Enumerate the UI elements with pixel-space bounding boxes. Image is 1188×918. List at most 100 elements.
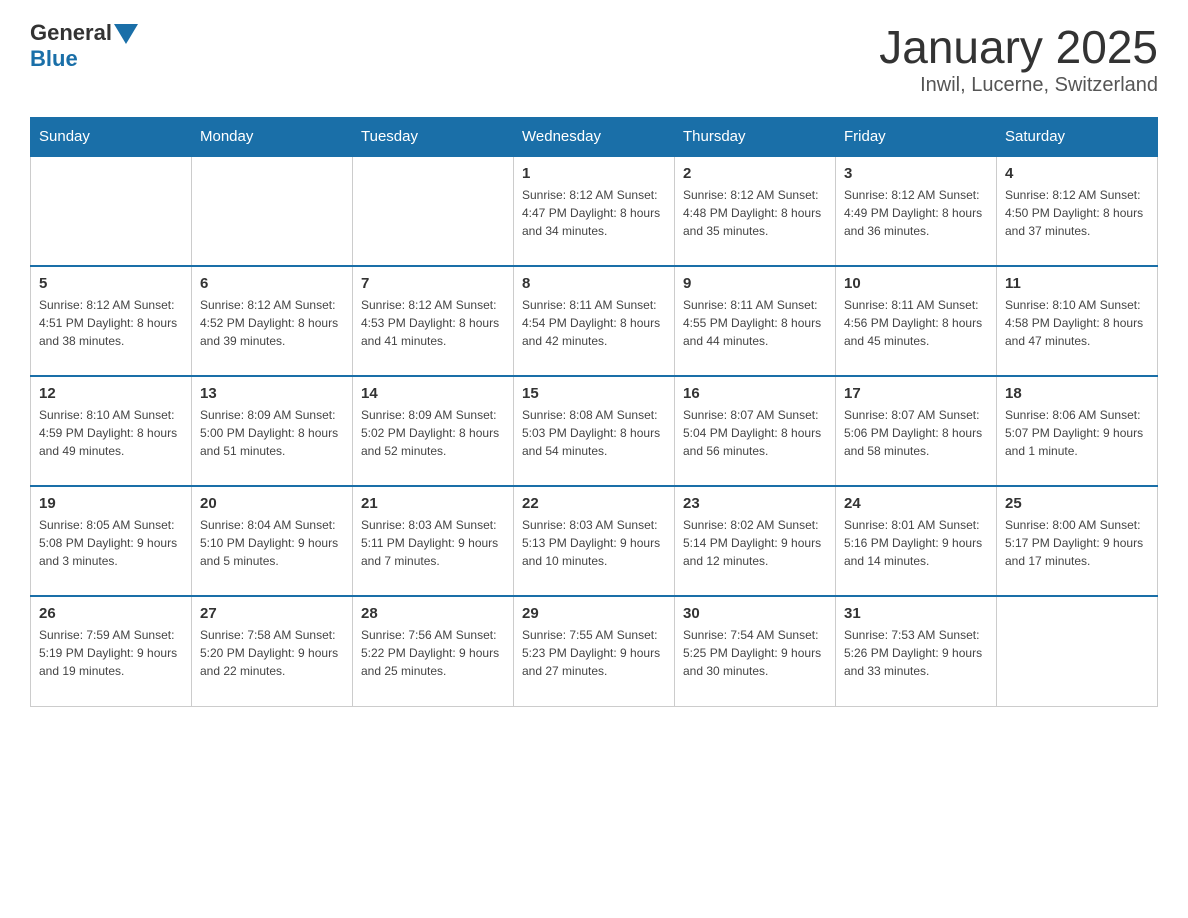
calendar-cell: 4 Sunrise: 8:12 AM Sunset: 4:50 PM Daylig…: [997, 156, 1158, 266]
day-number: 5: [39, 275, 183, 292]
day-number: 15: [522, 385, 666, 402]
weekday-header-thursday: Thursday: [675, 118, 836, 157]
calendar-cell: 18 Sunrise: 8:06 AM Sunset: 5:07 PM Dayli…: [997, 376, 1158, 486]
calendar-cell: 23 Sunrise: 8:02 AM Sunset: 5:14 PM Dayli…: [675, 486, 836, 596]
day-info: Sunrise: 8:08 AM Sunset: 5:03 PM Dayligh…: [522, 406, 666, 460]
day-number: 4: [1005, 165, 1149, 182]
page-header: General Blue January 2025 Inwil, Lucerne…: [30, 20, 1158, 97]
day-info: Sunrise: 8:05 AM Sunset: 5:08 PM Dayligh…: [39, 516, 183, 570]
day-info: Sunrise: 8:03 AM Sunset: 5:13 PM Dayligh…: [522, 516, 666, 570]
day-number: 12: [39, 385, 183, 402]
day-number: 17: [844, 385, 988, 402]
day-number: 8: [522, 275, 666, 292]
calendar-cell: 5 Sunrise: 8:12 AM Sunset: 4:51 PM Daylig…: [31, 266, 192, 376]
calendar-title: January 2025: [879, 20, 1158, 74]
day-number: 30: [683, 605, 827, 622]
calendar-cell: 19Sunrise: 8:05 AM Sunset: 5:08 PM Dayli…: [31, 486, 192, 596]
calendar-cell: 27 Sunrise: 7:58 AM Sunset: 5:20 PM Dayli…: [192, 596, 353, 706]
day-info: Sunrise: 8:09 AM Sunset: 5:00 PM Dayligh…: [200, 406, 344, 460]
calendar-cell: 13Sunrise: 8:09 AM Sunset: 5:00 PM Dayli…: [192, 376, 353, 486]
day-info: Sunrise: 8:07 AM Sunset: 5:04 PM Dayligh…: [683, 406, 827, 460]
calendar-cell: 12 Sunrise: 8:10 AM Sunset: 4:59 PM Dayli…: [31, 376, 192, 486]
calendar-cell: 7Sunrise: 8:12 AM Sunset: 4:53 PM Daylig…: [353, 266, 514, 376]
calendar-cell: 2 Sunrise: 8:12 AM Sunset: 4:48 PM Daylig…: [675, 156, 836, 266]
day-info: Sunrise: 7:58 AM Sunset: 5:20 PM Dayligh…: [200, 626, 344, 680]
logo: General Blue: [30, 20, 138, 72]
day-info: Sunrise: 8:12 AM Sunset: 4:51 PM Dayligh…: [39, 296, 183, 350]
weekday-header-sunday: Sunday: [31, 118, 192, 157]
calendar-cell: 28 Sunrise: 7:56 AM Sunset: 5:22 PM Dayli…: [353, 596, 514, 706]
day-number: 14: [361, 385, 505, 402]
calendar-cell: 11Sunrise: 8:10 AM Sunset: 4:58 PM Dayli…: [997, 266, 1158, 376]
day-info: Sunrise: 7:54 AM Sunset: 5:25 PM Dayligh…: [683, 626, 827, 680]
day-info: Sunrise: 8:11 AM Sunset: 4:54 PM Dayligh…: [522, 296, 666, 350]
calendar-cell: 29 Sunrise: 7:55 AM Sunset: 5:23 PM Dayli…: [514, 596, 675, 706]
calendar-cell: 16 Sunrise: 8:07 AM Sunset: 5:04 PM Dayli…: [675, 376, 836, 486]
day-number: 24: [844, 495, 988, 512]
day-number: 16: [683, 385, 827, 402]
day-number: 26: [39, 605, 183, 622]
day-info: Sunrise: 8:06 AM Sunset: 5:07 PM Dayligh…: [1005, 406, 1149, 460]
calendar-cell: 14 Sunrise: 8:09 AM Sunset: 5:02 PM Dayli…: [353, 376, 514, 486]
day-number: 10: [844, 275, 988, 292]
calendar-week-row: 26 Sunrise: 7:59 AM Sunset: 5:19 PM Dayli…: [31, 596, 1158, 706]
day-info: Sunrise: 8:01 AM Sunset: 5:16 PM Dayligh…: [844, 516, 988, 570]
day-info: Sunrise: 8:12 AM Sunset: 4:49 PM Dayligh…: [844, 186, 988, 240]
day-info: Sunrise: 7:59 AM Sunset: 5:19 PM Dayligh…: [39, 626, 183, 680]
day-number: 23: [683, 495, 827, 512]
weekday-header-tuesday: Tuesday: [353, 118, 514, 157]
day-info: Sunrise: 8:04 AM Sunset: 5:10 PM Dayligh…: [200, 516, 344, 570]
day-number: 20: [200, 495, 344, 512]
calendar-cell: [31, 156, 192, 266]
day-info: Sunrise: 8:09 AM Sunset: 5:02 PM Dayligh…: [361, 406, 505, 460]
day-number: 29: [522, 605, 666, 622]
day-info: Sunrise: 8:07 AM Sunset: 5:06 PM Dayligh…: [844, 406, 988, 460]
weekday-header-monday: Monday: [192, 118, 353, 157]
day-info: Sunrise: 8:12 AM Sunset: 4:50 PM Dayligh…: [1005, 186, 1149, 240]
day-info: Sunrise: 8:12 AM Sunset: 4:47 PM Dayligh…: [522, 186, 666, 240]
calendar-cell: 21Sunrise: 8:03 AM Sunset: 5:11 PM Dayli…: [353, 486, 514, 596]
calendar-cell: 1 Sunrise: 8:12 AM Sunset: 4:47 PM Daylig…: [514, 156, 675, 266]
logo-general-text: General: [30, 20, 112, 46]
calendar-subtitle: Inwil, Lucerne, Switzerland: [879, 74, 1158, 97]
calendar-week-row: 19Sunrise: 8:05 AM Sunset: 5:08 PM Dayli…: [31, 486, 1158, 596]
calendar-cell: 24 Sunrise: 8:01 AM Sunset: 5:16 PM Dayli…: [836, 486, 997, 596]
day-number: 22: [522, 495, 666, 512]
day-number: 28: [361, 605, 505, 622]
logo-triangle-icon: [114, 24, 138, 44]
day-number: 11: [1005, 275, 1149, 292]
calendar-cell: 30 Sunrise: 7:54 AM Sunset: 5:25 PM Dayli…: [675, 596, 836, 706]
calendar-cell: 8 Sunrise: 8:11 AM Sunset: 4:54 PM Daylig…: [514, 266, 675, 376]
calendar-cell: 6 Sunrise: 8:12 AM Sunset: 4:52 PM Daylig…: [192, 266, 353, 376]
calendar-cell: 22 Sunrise: 8:03 AM Sunset: 5:13 PM Dayli…: [514, 486, 675, 596]
day-number: 1: [522, 165, 666, 182]
calendar-cell: [997, 596, 1158, 706]
calendar-cell: [353, 156, 514, 266]
day-number: 6: [200, 275, 344, 292]
calendar-cell: 10Sunrise: 8:11 AM Sunset: 4:56 PM Dayli…: [836, 266, 997, 376]
day-info: Sunrise: 8:12 AM Sunset: 4:48 PM Dayligh…: [683, 186, 827, 240]
day-number: 25: [1005, 495, 1149, 512]
day-info: Sunrise: 8:12 AM Sunset: 4:53 PM Dayligh…: [361, 296, 505, 350]
day-number: 3: [844, 165, 988, 182]
day-info: Sunrise: 8:12 AM Sunset: 4:52 PM Dayligh…: [200, 296, 344, 350]
calendar-week-row: 12 Sunrise: 8:10 AM Sunset: 4:59 PM Dayli…: [31, 376, 1158, 486]
calendar-cell: 26 Sunrise: 7:59 AM Sunset: 5:19 PM Dayli…: [31, 596, 192, 706]
calendar-cell: 17 Sunrise: 8:07 AM Sunset: 5:06 PM Dayli…: [836, 376, 997, 486]
calendar-week-row: 5 Sunrise: 8:12 AM Sunset: 4:51 PM Daylig…: [31, 266, 1158, 376]
day-number: 2: [683, 165, 827, 182]
day-info: Sunrise: 8:02 AM Sunset: 5:14 PM Dayligh…: [683, 516, 827, 570]
day-number: 18: [1005, 385, 1149, 402]
calendar-cell: 15 Sunrise: 8:08 AM Sunset: 5:03 PM Dayli…: [514, 376, 675, 486]
day-info: Sunrise: 8:10 AM Sunset: 4:59 PM Dayligh…: [39, 406, 183, 460]
calendar-cell: 31Sunrise: 7:53 AM Sunset: 5:26 PM Dayli…: [836, 596, 997, 706]
day-number: 27: [200, 605, 344, 622]
day-info: Sunrise: 8:11 AM Sunset: 4:55 PM Dayligh…: [683, 296, 827, 350]
calendar-cell: 25Sunrise: 8:00 AM Sunset: 5:17 PM Dayli…: [997, 486, 1158, 596]
weekday-header-friday: Friday: [836, 118, 997, 157]
calendar-header-row: SundayMondayTuesdayWednesdayThursdayFrid…: [31, 118, 1158, 157]
day-info: Sunrise: 7:55 AM Sunset: 5:23 PM Dayligh…: [522, 626, 666, 680]
title-block: January 2025 Inwil, Lucerne, Switzerland: [879, 20, 1158, 97]
day-info: Sunrise: 7:56 AM Sunset: 5:22 PM Dayligh…: [361, 626, 505, 680]
weekday-header-wednesday: Wednesday: [514, 118, 675, 157]
